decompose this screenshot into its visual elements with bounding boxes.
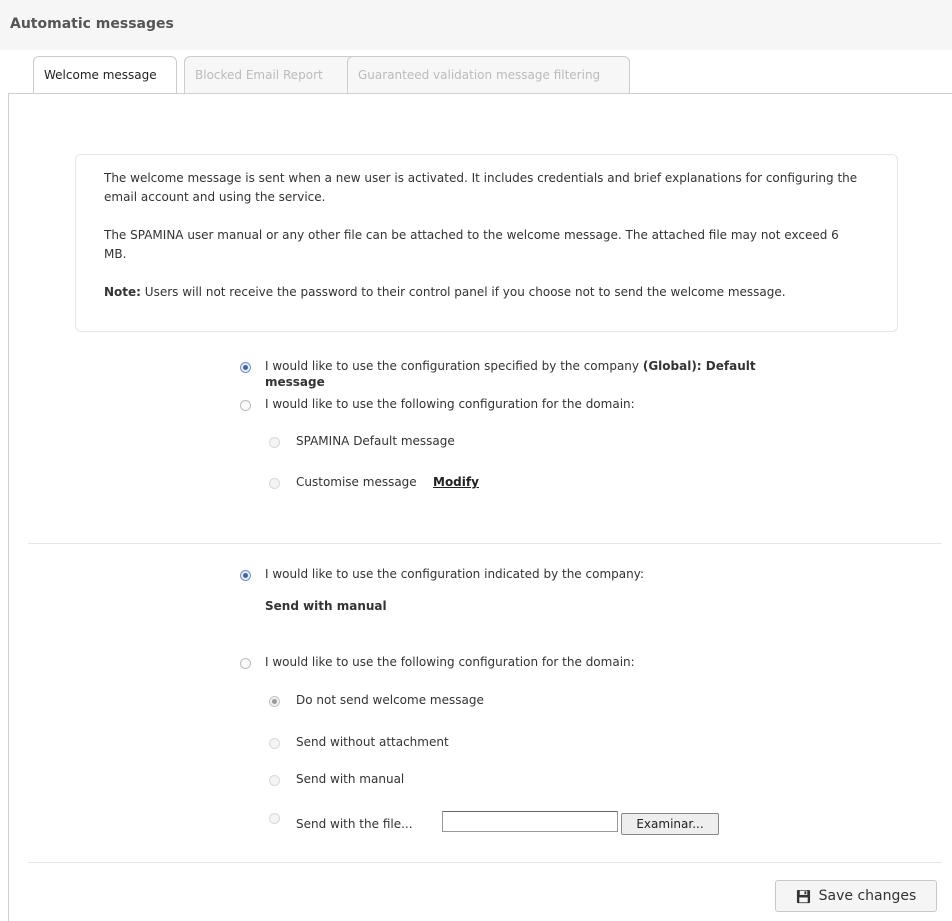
info-note: Note: Users will not receive the passwor… [104,283,864,302]
option-send-with-file-label: Send with the file... [296,817,413,831]
option-domain-config-label: I would like to use the following config… [265,397,635,411]
section-divider [28,543,942,544]
option-send-without-attachment-label: Send without attachment [296,735,449,749]
info-paragraph-1: The welcome message is sent when a new u… [104,171,858,204]
radio-company-config[interactable] [240,362,251,373]
option-domain-attachment-label: I would like to use the following config… [265,655,635,669]
modify-link[interactable]: Modify [433,475,479,489]
radio-domain-attachment[interactable] [240,658,251,669]
radio-company-attachment[interactable] [240,570,251,581]
tab-welcome-message[interactable]: Welcome message [33,56,177,95]
radio-send-with-manual[interactable] [269,775,280,786]
note-text: Users will not receive the password to t… [140,285,786,299]
radio-spamina-default[interactable] [269,437,280,448]
option-company-text: I would like to use the configuration sp… [265,359,643,373]
radio-send-without-attachment[interactable] [269,738,280,749]
tab-label: Welcome message [44,68,157,82]
tab-label: Guaranteed validation message filtering [358,68,601,82]
page-title: Automatic messages [10,16,174,32]
radio-domain-config[interactable] [240,400,251,411]
floppy-disk-icon [796,889,810,903]
option-company-attachment-label: I would like to use the configuration in… [265,567,644,581]
radio-do-not-send[interactable] [269,696,280,707]
info-paragraph-2: The SPAMINA user manual or any other fil… [104,228,839,261]
option-customise-label: Customise message [296,475,417,489]
radio-send-with-file[interactable] [269,813,280,824]
footer-divider [28,862,942,863]
tab-label: Blocked Email Report [195,68,323,82]
option-spamina-default-label: SPAMINA Default message [296,434,455,448]
company-attachment-value: Send with manual [265,599,387,613]
option-do-not-send-label: Do not send welcome message [296,693,484,707]
note-label: Note: [104,285,141,299]
option-company-bold-line2: message [265,375,325,389]
save-changes-button[interactable]: Save changes [775,880,937,912]
save-changes-label: Save changes [818,888,917,904]
file-path-input[interactable] [442,811,618,832]
tab-guaranteed-validation[interactable]: Guaranteed validation message filtering [347,56,630,94]
option-send-with-manual-label: Send with manual [296,772,405,786]
browse-button[interactable]: Examinar... [621,813,719,835]
info-box: The welcome message is sent when a new u… [75,154,898,332]
option-company-bold: (Global): Default [642,359,756,373]
radio-customise-message[interactable] [269,478,280,489]
option-company-config-label: I would like to use the configuration sp… [265,358,756,374]
page-header: Automatic messages [0,0,952,50]
